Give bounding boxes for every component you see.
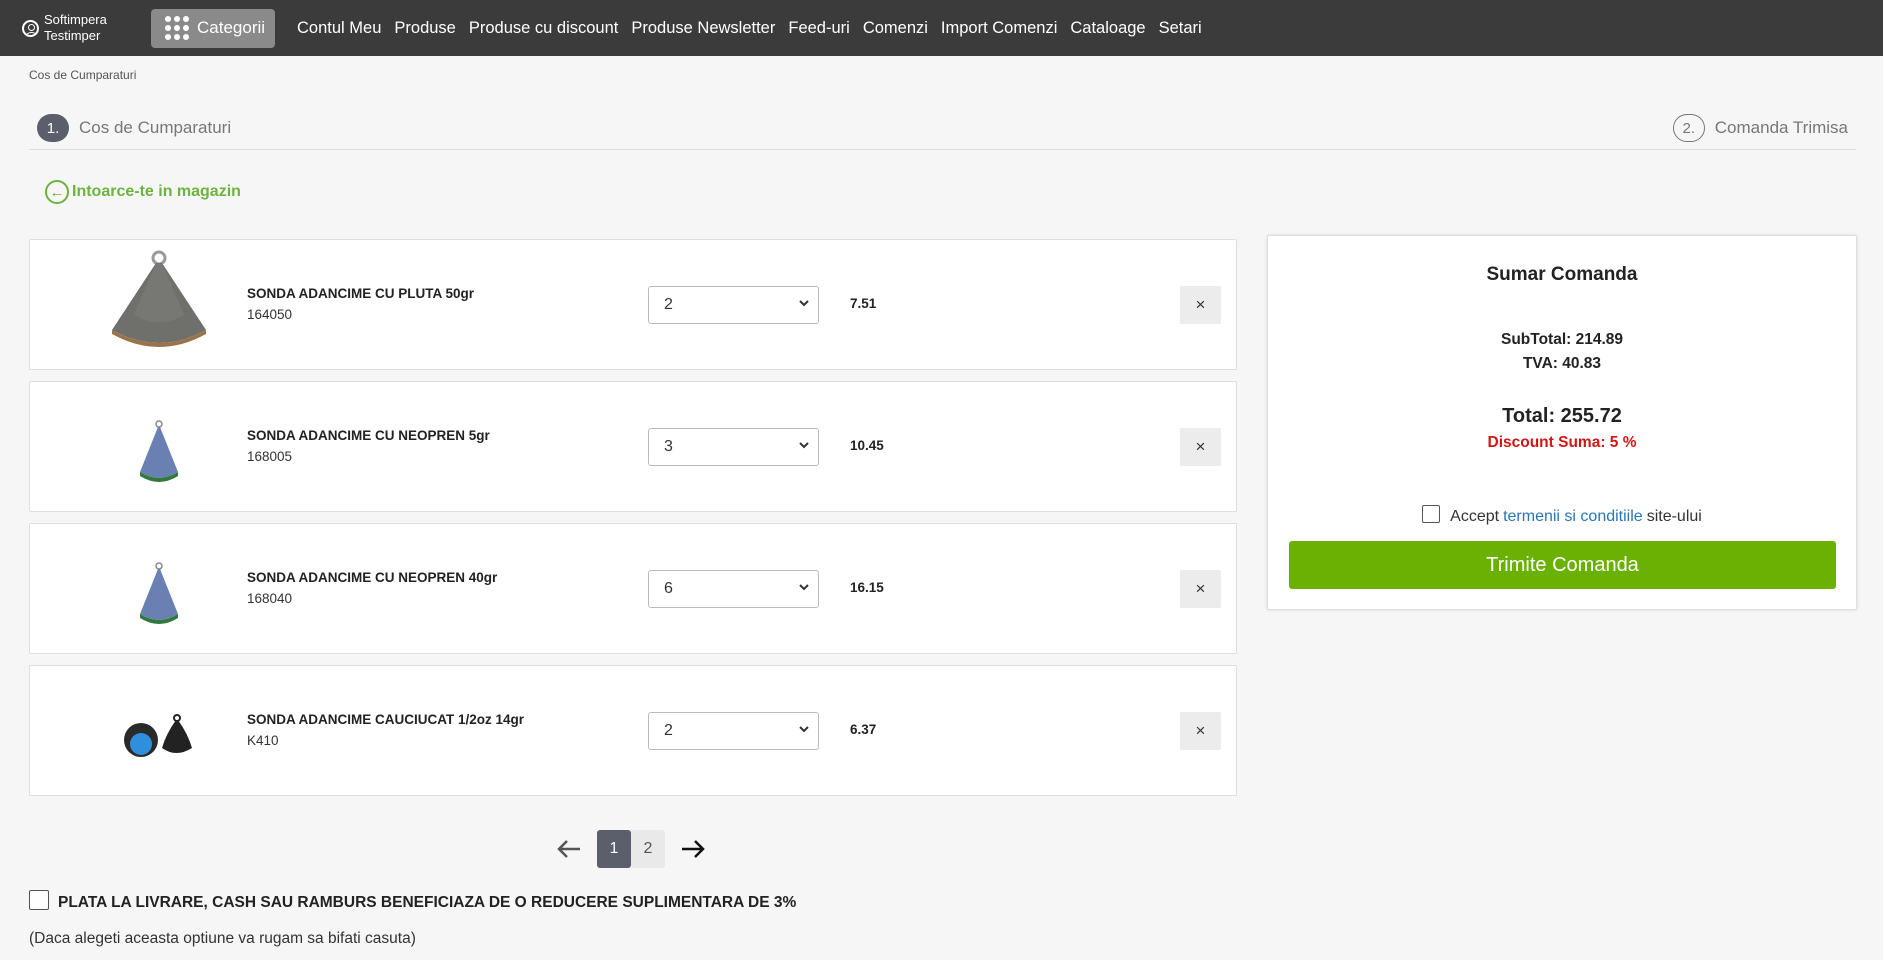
remove-item-button[interactable]: × (1180, 570, 1221, 608)
submit-order-button[interactable]: Trimite Comanda (1289, 541, 1836, 589)
quantity-select[interactable]: 2 (648, 712, 819, 750)
account-name: Softimpera Testimper (44, 12, 107, 43)
cash-on-delivery-note: (Daca alegeti aceasta optiune va rugam s… (29, 930, 416, 947)
user-circle-icon (22, 19, 39, 37)
cash-on-delivery-checkbox[interactable] (29, 890, 49, 910)
menu-feed-uri[interactable]: Feed-uri (788, 19, 849, 38)
account-menu[interactable]: Softimpera Testimper (22, 12, 132, 44)
cart-item: SONDA ADANCIME CU NEOPREN 40gr 168040 6 … (29, 523, 1237, 654)
step-order-sent: 2. Comanda Trimisa (1672, 114, 1848, 142)
step-number: 1. (37, 114, 69, 142)
step-cart: 1. Cos de Cumparaturi (37, 114, 231, 142)
product-code: 164050 (247, 307, 293, 322)
menu-import-comenzi[interactable]: Import Comenzi (941, 19, 1057, 38)
terms-checkbox[interactable] (1422, 505, 1441, 523)
step-label: Cos de Cumparaturi (79, 118, 232, 137)
remove-item-button[interactable]: × (1180, 428, 1221, 466)
remove-item-button[interactable]: × (1180, 286, 1221, 324)
product-image[interactable] (82, 250, 236, 360)
back-to-shop-link[interactable]: ← Intoarce-te in magazin (45, 180, 241, 204)
product-name[interactable]: SONDA ADANCIME CU NEOPREN 5gr (247, 428, 490, 443)
page-button-current[interactable]: 1 (597, 830, 631, 868)
subtotal: SubTotal: 214.89 (1500, 331, 1624, 348)
menu-contul-meu[interactable]: Contul Meu (297, 19, 381, 38)
quantity-select[interactable]: 3 (648, 428, 819, 466)
product-image[interactable] (82, 676, 236, 786)
menu-produse-newsletter[interactable]: Produse Newsletter (631, 19, 775, 38)
page-button[interactable]: 2 (631, 830, 665, 868)
chevron-down-icon (799, 442, 809, 449)
pagination: 1 2 (553, 830, 709, 868)
cart-item: SONDA ADANCIME CU PLUTA 50gr 164050 2 7.… (29, 239, 1237, 370)
step-number: 2. (1672, 114, 1705, 142)
product-price: 10.45 (850, 438, 884, 453)
menu-cataloage[interactable]: Cataloage (1070, 19, 1145, 38)
checkout-steps: 1. Cos de Cumparaturi 2. Comanda Trimisa (29, 111, 1856, 150)
chevron-down-icon (799, 726, 809, 733)
arrow-right-icon (682, 840, 705, 858)
prev-page-button[interactable] (553, 833, 585, 865)
product-name[interactable]: SONDA ADANCIME CAUCIUCAT 1/2oz 14gr (247, 712, 524, 727)
product-image[interactable] (82, 534, 236, 644)
total: Total: 255.72 (1502, 405, 1622, 427)
product-price: 7.51 (850, 296, 877, 311)
chevron-down-icon (799, 584, 809, 591)
terms-row: Accept termenii si conditiile site-ului (1268, 505, 1856, 526)
grid-icon (165, 16, 189, 40)
summary-title: Sumar Comanda (1486, 264, 1638, 285)
cart-item: SONDA ADANCIME CU NEOPREN 5gr 168005 3 1… (29, 381, 1237, 512)
product-name[interactable]: SONDA ADANCIME CU NEOPREN 40gr (247, 570, 497, 585)
product-code: 168005 (247, 449, 293, 464)
breadcrumb[interactable]: Cos de Cumparaturi (29, 68, 136, 82)
product-name[interactable]: SONDA ADANCIME CU PLUTA 50gr (247, 286, 474, 301)
next-page-button[interactable] (677, 833, 709, 865)
top-navbar: Softimpera Testimper Categorii Contul Me… (0, 0, 1883, 56)
chevron-down-icon (799, 300, 809, 307)
menu-comenzi[interactable]: Comenzi (863, 19, 928, 38)
step-label: Comanda Trimisa (1714, 118, 1848, 137)
product-price: 6.37 (850, 722, 877, 737)
quantity-select[interactable]: 2 (648, 286, 819, 324)
product-price: 16.15 (850, 580, 884, 595)
terms-link[interactable]: termenii si conditiile (1503, 508, 1643, 526)
product-code: 168040 (247, 591, 293, 606)
product-image[interactable] (82, 392, 236, 502)
order-summary: Sumar Comanda SubTotal: 214.89 TVA: 40.8… (1267, 235, 1857, 610)
remove-item-button[interactable]: × (1180, 712, 1221, 750)
categories-label: Categorii (197, 18, 266, 37)
discount: Discount Suma: 5 % (1487, 434, 1637, 451)
tva: TVA: 40.83 (1522, 355, 1602, 372)
cart-item: SONDA ADANCIME CAUCIUCAT 1/2oz 14gr K410… (29, 665, 1237, 796)
menu-produse[interactable]: Produse (394, 19, 455, 38)
cash-on-delivery-option: PLATA LA LIVRARE, CASH SAU RAMBURS BENEF… (29, 890, 796, 913)
product-code: K410 (247, 733, 279, 748)
arrow-left-circle-icon: ← (45, 180, 69, 204)
main-menu: Contul Meu Produse Produse cu discount P… (297, 19, 1215, 38)
menu-produse-discount[interactable]: Produse cu discount (469, 19, 619, 38)
quantity-select[interactable]: 6 (648, 570, 819, 608)
categories-button[interactable]: Categorii (151, 8, 275, 48)
menu-setari[interactable]: Setari (1159, 19, 1202, 38)
arrow-left-icon (557, 840, 580, 858)
